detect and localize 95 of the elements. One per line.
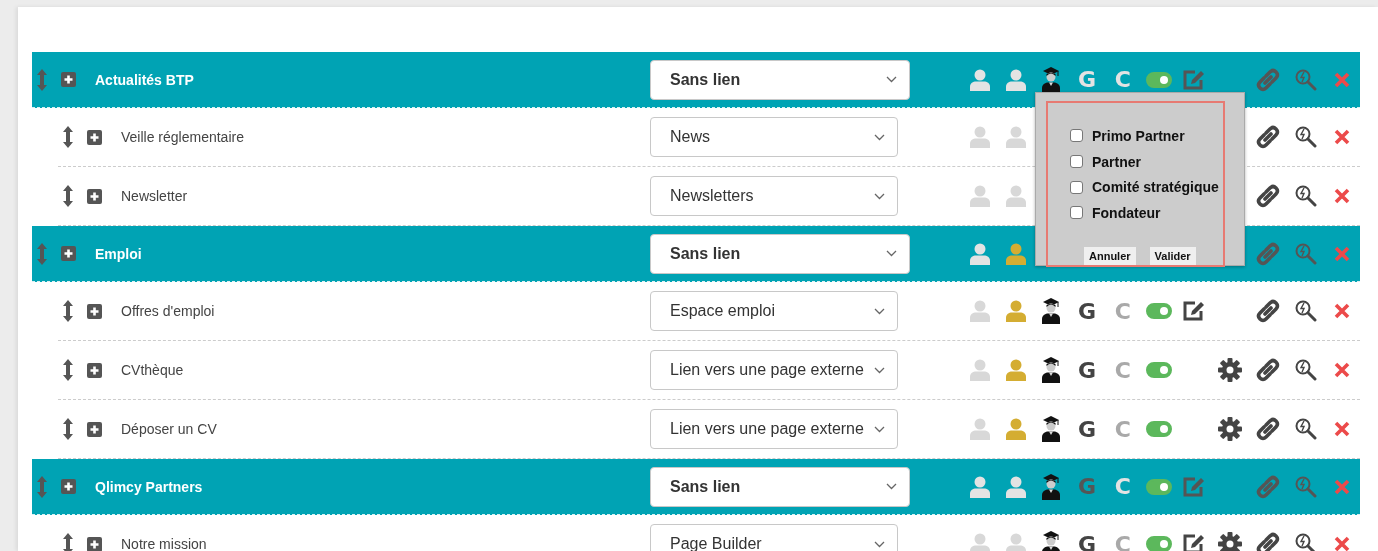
delete-icon[interactable] bbox=[1334, 129, 1350, 145]
search-icon[interactable] bbox=[1295, 185, 1317, 207]
google-letter[interactable]: G bbox=[1078, 298, 1097, 324]
toggle-switch[interactable] bbox=[1145, 536, 1172, 551]
menu-item-label: CVthèque bbox=[120, 362, 185, 378]
toggle-switch[interactable] bbox=[1145, 421, 1172, 437]
expand-icon[interactable] bbox=[60, 246, 76, 261]
expand-icon[interactable] bbox=[86, 536, 102, 551]
google-letter[interactable]: G bbox=[1078, 357, 1097, 383]
delete-icon[interactable] bbox=[1334, 188, 1350, 204]
edit-icon[interactable] bbox=[1182, 533, 1207, 551]
link-type-dropdown[interactable]: News bbox=[650, 117, 898, 157]
menu-item-label: Déposer un CV bbox=[120, 421, 218, 437]
chevron-icon bbox=[874, 540, 885, 548]
expand-icon[interactable] bbox=[86, 129, 102, 145]
delete-icon[interactable] bbox=[1334, 421, 1350, 437]
graduate-icon[interactable] bbox=[1041, 473, 1062, 500]
user-icon[interactable] bbox=[968, 242, 991, 265]
search-icon[interactable] bbox=[1295, 126, 1317, 148]
chevron-icon bbox=[886, 250, 897, 257]
link-type-dropdown[interactable]: Newsletters bbox=[650, 176, 898, 216]
drag-handle-icon[interactable] bbox=[37, 242, 47, 265]
settings-icon[interactable] bbox=[1218, 532, 1243, 551]
search-icon[interactable] bbox=[1295, 533, 1317, 551]
chevron-icon bbox=[874, 192, 885, 200]
confirm-button[interactable]: Valider bbox=[1149, 246, 1196, 265]
menu-item-label: Veille réglementaire bbox=[120, 129, 245, 145]
settings-icon[interactable] bbox=[1218, 417, 1243, 441]
delete-icon[interactable] bbox=[1334, 303, 1350, 319]
menu-item-label: Offres d'emploi bbox=[120, 303, 216, 319]
graduate-icon[interactable] bbox=[1041, 66, 1062, 93]
graduate-icon[interactable] bbox=[1041, 531, 1062, 551]
toggle-switch[interactable] bbox=[1145, 71, 1172, 88]
drag-handle-icon[interactable] bbox=[37, 68, 47, 91]
chevron-icon bbox=[874, 366, 885, 374]
role-option-label[interactable]: Comité stratégique bbox=[1092, 179, 1219, 196]
delete-icon[interactable] bbox=[1334, 362, 1350, 378]
link-type-dropdown[interactable]: Sans lien bbox=[650, 233, 910, 274]
expand-icon[interactable] bbox=[86, 303, 102, 319]
link-type-dropdown[interactable]: Lien vers une page externe bbox=[650, 409, 898, 449]
menu-item-label: Notre mission bbox=[120, 536, 208, 551]
drag-handle-icon[interactable] bbox=[63, 300, 73, 322]
checkbox[interactable] bbox=[1070, 155, 1083, 169]
link-type-dropdown[interactable]: Sans lien bbox=[650, 59, 910, 100]
checkbox[interactable] bbox=[1070, 129, 1083, 143]
expand-icon[interactable] bbox=[86, 188, 102, 204]
drag-handle-icon[interactable] bbox=[63, 185, 73, 207]
graduate-icon[interactable] bbox=[1041, 298, 1062, 324]
chevron-icon bbox=[874, 133, 885, 141]
user-icon[interactable] bbox=[1004, 300, 1027, 322]
role-option-label[interactable]: Primo Partner bbox=[1092, 127, 1185, 144]
drag-handle-icon[interactable] bbox=[63, 359, 73, 381]
link-type-dropdown[interactable]: Espace emploi bbox=[650, 291, 898, 331]
user-icon[interactable] bbox=[1004, 68, 1027, 91]
menu-item-label: Actualités BTP bbox=[94, 71, 195, 88]
delete-icon[interactable] bbox=[1334, 536, 1350, 551]
user-icon[interactable] bbox=[1004, 475, 1027, 498]
settings-icon[interactable] bbox=[1218, 358, 1243, 382]
google-letter[interactable]: G bbox=[1078, 531, 1097, 551]
chevron-icon bbox=[874, 425, 885, 433]
expand-icon[interactable] bbox=[86, 362, 102, 378]
cancel-button[interactable]: Annuler bbox=[1084, 246, 1136, 265]
checkbox[interactable] bbox=[1070, 206, 1083, 220]
drag-handle-icon[interactable] bbox=[63, 126, 73, 148]
menu-item-label: Newsletter bbox=[120, 188, 189, 204]
drag-handle-icon[interactable] bbox=[37, 475, 47, 498]
chevron-icon bbox=[874, 307, 885, 315]
user-icon[interactable] bbox=[1004, 359, 1027, 381]
user-icon[interactable] bbox=[968, 68, 991, 91]
menu-item-label: Emploi bbox=[94, 245, 143, 262]
toggle-switch[interactable] bbox=[1145, 478, 1172, 495]
toggle-switch[interactable] bbox=[1145, 362, 1172, 378]
toggle-switch[interactable] bbox=[1145, 303, 1172, 319]
menu-item-label: Qlimcy Partners bbox=[94, 478, 204, 495]
search-icon[interactable] bbox=[1295, 359, 1317, 381]
expand-icon[interactable] bbox=[86, 421, 102, 437]
link-type-dropdown[interactable]: Lien vers une page externe bbox=[650, 350, 898, 390]
link-type-dropdown[interactable]: Sans lien bbox=[650, 466, 910, 507]
expand-icon[interactable] bbox=[60, 72, 76, 87]
google-letter[interactable]: G bbox=[1078, 416, 1097, 442]
search-icon[interactable] bbox=[1295, 418, 1317, 440]
drag-handle-icon[interactable] bbox=[63, 533, 73, 551]
role-option-label[interactable]: Partner bbox=[1092, 153, 1142, 170]
search-icon[interactable] bbox=[1295, 300, 1317, 322]
expand-icon[interactable] bbox=[60, 479, 76, 494]
user-icon[interactable] bbox=[1004, 418, 1027, 440]
edit-icon[interactable] bbox=[1182, 300, 1207, 322]
drag-handle-icon[interactable] bbox=[63, 418, 73, 440]
checkbox[interactable] bbox=[1070, 180, 1083, 194]
chevron-icon bbox=[886, 76, 897, 83]
graduate-icon[interactable] bbox=[1041, 416, 1062, 442]
chevron-icon bbox=[886, 483, 897, 490]
role-option-label[interactable]: Fondateur bbox=[1092, 204, 1161, 221]
user-icon[interactable] bbox=[968, 475, 991, 498]
graduate-icon[interactable] bbox=[1041, 357, 1062, 383]
